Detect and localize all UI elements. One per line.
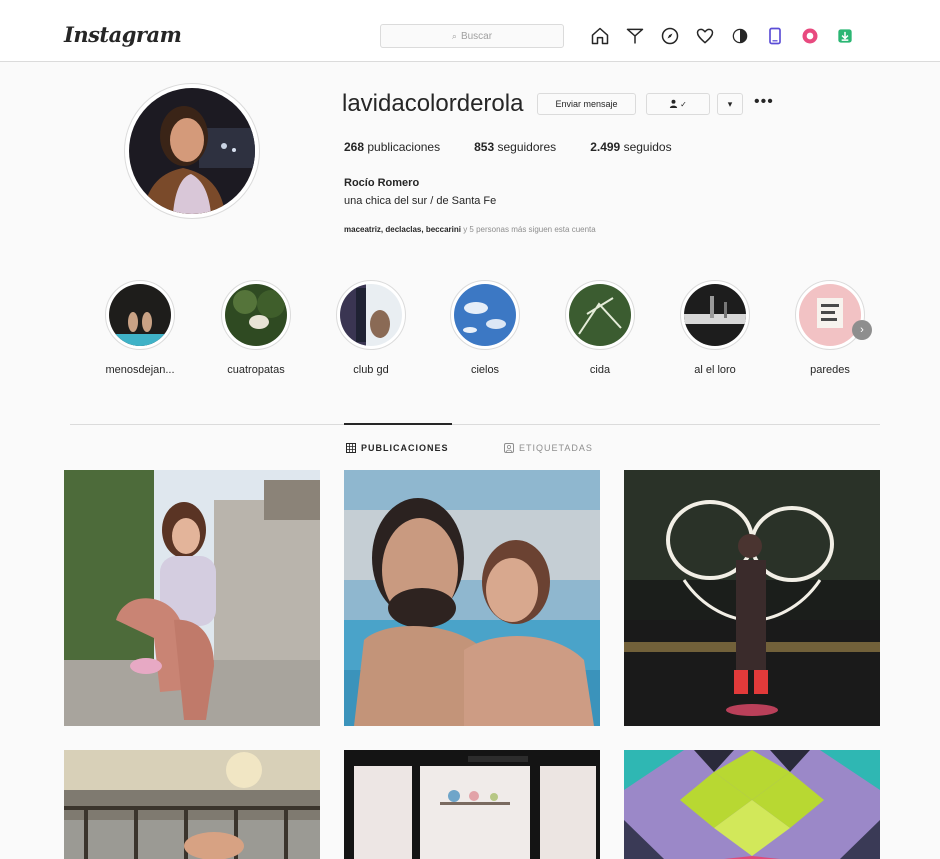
- post-thumbnail[interactable]: [64, 470, 320, 726]
- followed-by-names: maceatriz, declaclas, beccarini: [344, 225, 461, 234]
- highlight-cover: [450, 280, 520, 350]
- explore-icon[interactable]: [658, 24, 682, 48]
- tabs-divider: [70, 424, 880, 425]
- post-thumbnail[interactable]: [344, 750, 600, 859]
- followed-by-text[interactable]: maceatriz, declaclas, beccarini y 5 pers…: [344, 225, 596, 234]
- search-placeholder: Buscar: [460, 30, 493, 42]
- extension-icon[interactable]: [798, 24, 822, 48]
- avatar[interactable]: [129, 88, 255, 214]
- search-input[interactable]: ⌕ Buscar: [380, 24, 564, 48]
- direct-icon[interactable]: [623, 24, 647, 48]
- followers-count: 853: [474, 140, 495, 154]
- activity-icon[interactable]: [693, 24, 717, 48]
- instagram-logo[interactable]: Instagram: [64, 22, 182, 47]
- post-thumbnail[interactable]: [64, 750, 320, 859]
- followers-label: seguidores: [497, 140, 557, 154]
- followers-stat[interactable]: 853 seguidores: [474, 140, 556, 154]
- home-icon[interactable]: [588, 24, 612, 48]
- user-icon: [669, 99, 678, 110]
- more-options-button[interactable]: •••: [754, 93, 774, 111]
- post-thumbnail[interactable]: [624, 750, 880, 859]
- highlight-label: club gd: [353, 364, 389, 376]
- send-message-button[interactable]: Enviar mensaje: [537, 93, 636, 115]
- following-label: seguidos: [623, 140, 672, 154]
- highlight-item[interactable]: cielos: [443, 280, 527, 376]
- suggested-dropdown-button[interactable]: ▾: [717, 93, 743, 115]
- grid-icon: [346, 443, 356, 453]
- active-tab-indicator: [344, 423, 452, 425]
- highlight-cover: [565, 280, 635, 350]
- highlight-label: cuatropatas: [227, 364, 285, 376]
- nav-icons: [588, 24, 857, 48]
- highlight-cover: [221, 280, 291, 350]
- posts-stat: 268 publicaciones: [344, 140, 440, 154]
- tab-tagged[interactable]: ETIQUETADAS: [504, 443, 593, 453]
- highlight-label: cida: [589, 364, 611, 376]
- highlight-cover: [336, 280, 406, 350]
- device-icon[interactable]: [763, 24, 787, 48]
- tagged-icon: [504, 443, 514, 453]
- tab-tagged-label: ETIQUETADAS: [519, 443, 593, 453]
- highlight-item[interactable]: cuatropatas: [214, 280, 298, 376]
- profile-username: lavidacolorderola: [342, 90, 524, 117]
- highlight-cover: [795, 280, 865, 350]
- highlight-item[interactable]: club gd: [329, 280, 413, 376]
- tab-posts[interactable]: PUBLICACIONES: [346, 443, 449, 453]
- post-thumbnail[interactable]: [344, 470, 600, 726]
- highlight-item[interactable]: al el loro: [673, 280, 757, 376]
- theme-icon[interactable]: [728, 24, 752, 48]
- highlight-label: menosdejan...: [105, 364, 175, 376]
- highlight-item[interactable]: menosdejan...: [98, 280, 182, 376]
- posts-label: publicaciones: [367, 140, 441, 154]
- following-stat[interactable]: 2.499 seguidos: [590, 140, 671, 154]
- post-thumbnail[interactable]: [624, 470, 880, 726]
- profile-bio: una chica del sur / de Santa Fe: [344, 195, 497, 207]
- profile-full-name: Rocío Romero: [344, 177, 420, 189]
- highlight-label: al el loro: [694, 364, 736, 376]
- search-icon: ⌕: [451, 30, 457, 41]
- highlight-item[interactable]: cida: [558, 280, 642, 376]
- highlight-label: paredes: [810, 364, 850, 376]
- posts-count: 268: [344, 140, 365, 154]
- chevron-right-icon[interactable]: ›: [852, 320, 872, 340]
- top-navigation-bar: Instagram ⌕ Buscar: [0, 0, 940, 62]
- tab-posts-label: PUBLICACIONES: [361, 443, 449, 453]
- following-count: 2.499: [590, 140, 621, 154]
- profile-stats: 268 publicaciones 853 seguidores 2.499 s…: [344, 140, 706, 154]
- following-check: ✓: [680, 99, 687, 109]
- highlight-cover: [105, 280, 175, 350]
- highlight-cover: [680, 280, 750, 350]
- followed-by-more: y 5 personas más siguen esta cuenta: [460, 225, 596, 234]
- download-icon[interactable]: [833, 24, 857, 48]
- highlight-label: cielos: [470, 364, 500, 376]
- following-button[interactable]: ✓: [646, 93, 710, 115]
